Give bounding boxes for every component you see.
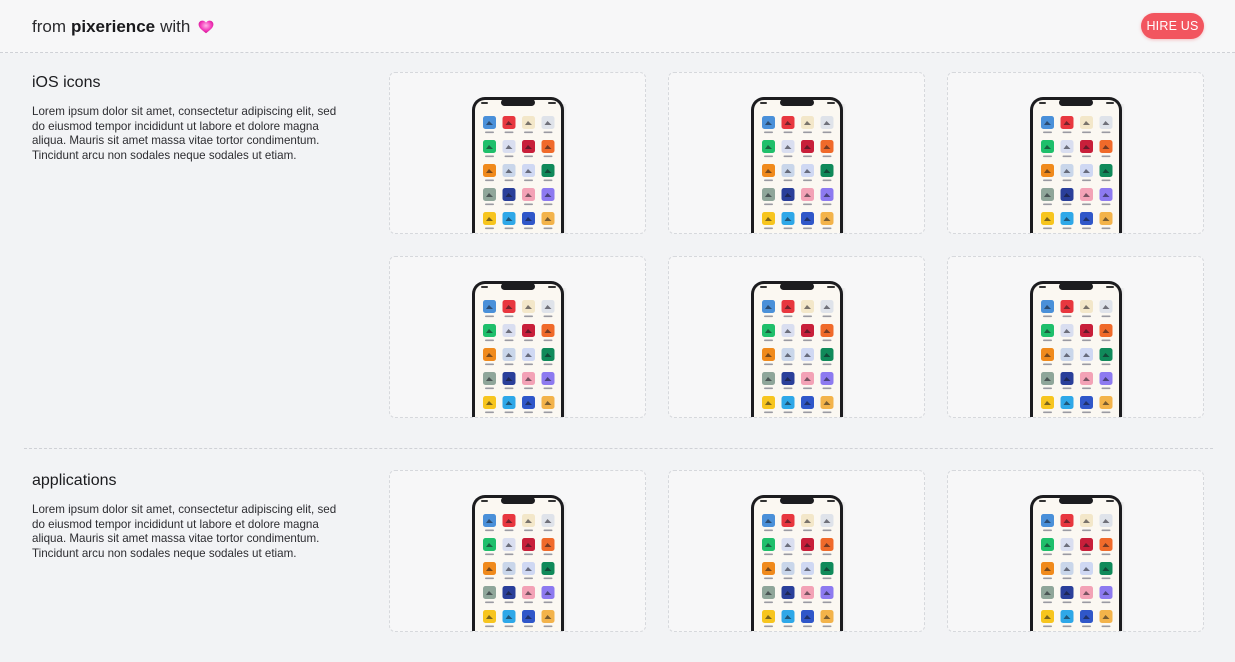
brand-suffix: with [160, 17, 191, 36]
brand-name[interactable]: pixerience [71, 17, 155, 37]
phone-mockup [1029, 280, 1125, 417]
phone-mockup [750, 494, 846, 631]
preview-card[interactable] [947, 470, 1204, 632]
top-bar: from pixerience with HIRE US [0, 0, 1235, 53]
brand-prefix: from [32, 17, 66, 36]
phone-mockup [471, 96, 567, 233]
brand-tagline: from pixerience with [32, 17, 214, 37]
phone-mockup [471, 280, 567, 417]
preview-card[interactable] [389, 72, 646, 234]
preview-card[interactable] [668, 72, 925, 234]
phone-mockup [1029, 96, 1125, 233]
preview-card[interactable] [947, 256, 1204, 418]
preview-card[interactable] [389, 256, 646, 418]
phone-mockup [1029, 494, 1125, 631]
section-divider [24, 448, 1213, 449]
preview-card[interactable] [947, 72, 1204, 234]
preview-card[interactable] [389, 470, 646, 632]
section-title-ios-icons: iOS icons [32, 74, 101, 91]
section-title-applications: applications [32, 472, 117, 489]
phone-mockup [750, 280, 846, 417]
section-description-applications: Lorem ipsum dolor sit amet, consectetur … [32, 503, 337, 560]
phone-mockup [750, 96, 846, 233]
hire-us-button[interactable]: HIRE US [1141, 13, 1204, 39]
phone-mockup [471, 494, 567, 631]
preview-card[interactable] [668, 470, 925, 632]
section-description-ios-icons: Lorem ipsum dolor sit amet, consectetur … [32, 105, 337, 162]
heart-icon [198, 20, 214, 34]
preview-card[interactable] [668, 256, 925, 418]
